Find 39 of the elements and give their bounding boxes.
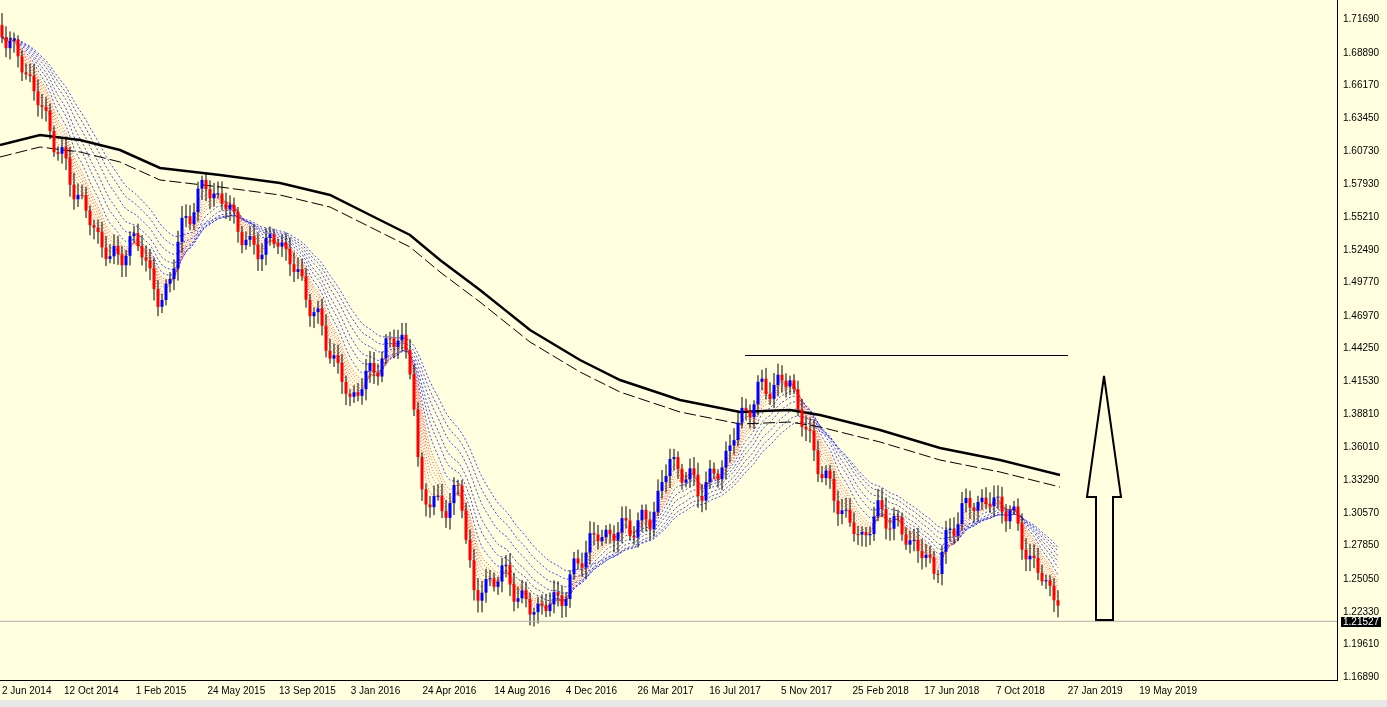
price-label: 1.36010 [1343,442,1380,453]
price-label: 1.19610 [1343,639,1380,650]
price-label: 1.44250 [1343,343,1380,354]
date-label: 19 May 2019 [1138,685,1199,698]
price-label: 1.68890 [1343,47,1380,58]
date-label: 13 Sep 2015 [278,685,337,698]
date-label: 1 Feb 2015 [134,685,188,698]
date-label: 24 Apr 2016 [421,685,478,698]
price-label: 1.38810 [1343,408,1380,419]
current-price-badge: 1.21527 [1341,617,1382,628]
date-label: 5 Nov 2017 [779,685,834,698]
date-label: 25 Feb 2018 [851,685,910,698]
price-label: 1.25050 [1343,574,1380,584]
price-label: 1.30570 [1343,507,1380,518]
price-label: 1.55210 [1343,211,1380,222]
date-label: 16 Jul 2017 [708,685,762,698]
date-label: 7 Oct 2018 [994,685,1046,698]
price-label: 1.66170 [1343,80,1380,91]
price-label: 1.46970 [1343,310,1380,321]
price-label: 1.63450 [1343,112,1380,123]
price-label: 1.57930 [1343,179,1380,190]
date-label: 2 Jun 2014 [1,685,53,698]
price-label: 1.16890 [1343,672,1380,682]
price-label: 1.33290 [1343,475,1380,486]
date-label: 17 Jun 2018 [923,685,981,698]
date-label: 24 May 2015 [206,685,267,698]
price-label: 1.22330 [1343,606,1380,617]
date-label: 3 Jan 2016 [349,685,402,698]
date-label: 12 Oct 2014 [63,685,120,698]
date-label: 26 Mar 2017 [636,685,695,698]
date-label: 27 Jan 2019 [1066,685,1124,698]
price-label: 1.27850 [1343,540,1380,551]
price-label: 1.49770 [1343,277,1380,288]
price-label: 1.60730 [1343,145,1380,156]
price-label: 1.52490 [1343,244,1380,255]
price-label: 1.41530 [1343,376,1380,387]
price-label: 1.71690 [1343,14,1380,24]
date-label: 14 Aug 2016 [493,685,552,698]
date-label: 4 Dec 2016 [564,685,618,698]
